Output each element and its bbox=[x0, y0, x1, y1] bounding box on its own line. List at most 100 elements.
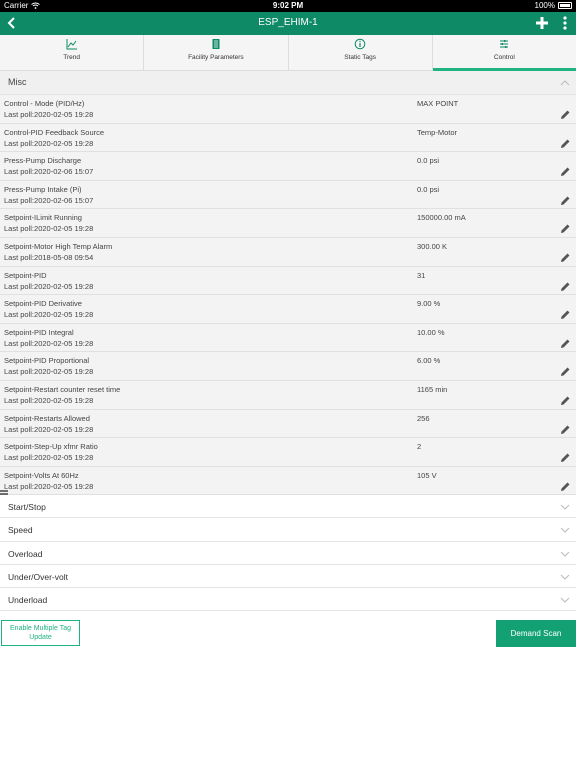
tag-name: Setpoint-PID Derivative bbox=[4, 299, 82, 309]
pencil-icon[interactable] bbox=[560, 166, 571, 177]
section-overload[interactable]: Overload bbox=[0, 541, 576, 565]
tag-name: Control-PID Feedback Source bbox=[4, 127, 105, 137]
tab-facility-parameters[interactable]: Facility Parameters bbox=[144, 35, 289, 70]
tab-static-tags[interactable]: Static Tags bbox=[289, 35, 433, 70]
tab-label: Control bbox=[493, 54, 515, 61]
pencil-icon[interactable] bbox=[560, 223, 571, 234]
tag-value: 256 bbox=[417, 413, 430, 423]
last-poll: Last poll:2020-02-05 19:28 bbox=[4, 310, 94, 320]
tag-row: Setpoint-Volts At 60Hz Last poll:2020-02-… bbox=[0, 466, 576, 496]
chevron-down-icon bbox=[560, 574, 570, 580]
last-poll: Last poll:2020-02-05 19:28 bbox=[4, 338, 94, 348]
tag-name: Setpoint-PID bbox=[4, 270, 47, 280]
battery-percent: 100% bbox=[534, 1, 555, 10]
last-poll: Last poll:2020-02-05 19:28 bbox=[4, 138, 94, 148]
pencil-icon[interactable] bbox=[560, 452, 571, 463]
tag-name: Setpoint-PID Integral bbox=[4, 327, 74, 337]
pencil-icon[interactable] bbox=[560, 395, 571, 406]
pencil-icon[interactable] bbox=[560, 252, 571, 263]
tag-value: 9.00 % bbox=[417, 299, 441, 309]
collapsed-sections: Start/Stop Speed Overload Under/Over-vol… bbox=[0, 495, 576, 612]
pencil-icon[interactable] bbox=[560, 281, 571, 292]
tag-name: Control - Mode (PID/Hz) bbox=[4, 99, 85, 108]
pencil-icon[interactable] bbox=[560, 424, 571, 435]
demand-scan-button[interactable]: Demand Scan bbox=[496, 620, 576, 647]
last-poll: Last poll:2020-02-05 19:28 bbox=[4, 367, 94, 377]
page-title: ESP_EHIM-1 bbox=[258, 17, 318, 28]
pencil-icon[interactable] bbox=[560, 109, 571, 120]
tag-value: 0.0 psi bbox=[417, 156, 440, 166]
tab-control[interactable]: Control bbox=[432, 35, 576, 71]
last-poll: Last poll:2020-02-05 19:28 bbox=[4, 424, 94, 434]
last-poll: Last poll:2020-02-05 19:28 bbox=[4, 224, 94, 234]
tag-name: Setpoint-ILimit Running bbox=[4, 213, 82, 223]
enable-multiple-tag-update-button[interactable]: Enable Multiple Tag Update bbox=[1, 620, 80, 646]
tag-name: Setpoint-Restarts Allowed bbox=[4, 413, 90, 423]
tag-name: Setpoint-Volts At 60Hz bbox=[4, 470, 79, 480]
tag-row: Setpoint-Restart counter reset time Last … bbox=[0, 380, 576, 410]
chevron-up-icon bbox=[560, 80, 570, 86]
tag-row: Setpoint-PID Proportional Last poll:2020-… bbox=[0, 352, 576, 381]
tag-row: Setpoint-ILimit Running Last poll:2020-02… bbox=[0, 209, 576, 238]
tag-row: Press-Pump Discharge Last poll:2020-02-06… bbox=[0, 152, 576, 181]
section-underload[interactable]: Underload bbox=[0, 588, 576, 612]
tag-row: Control - Mode (PID/Hz) Last poll:2020-02… bbox=[0, 95, 576, 124]
tag-value: 2 bbox=[417, 442, 422, 452]
tag-row: Press-Pump Intake (Pi) Last poll:2020-02-… bbox=[0, 180, 576, 210]
tag-value: 6.00 % bbox=[417, 356, 441, 366]
pencil-icon[interactable] bbox=[560, 481, 571, 492]
section-label: Start/Stop bbox=[8, 502, 46, 512]
pencil-icon[interactable] bbox=[560, 366, 571, 377]
chevron-down-icon bbox=[560, 527, 570, 534]
tab-trend[interactable]: Trend bbox=[0, 35, 145, 70]
section-under-over-volt[interactable]: Under/Over-volt bbox=[0, 564, 576, 589]
pencil-icon[interactable] bbox=[560, 338, 571, 349]
tag-name: Setpoint-Motor High Temp Alarm bbox=[4, 241, 113, 251]
info-icon bbox=[354, 38, 366, 50]
section-start-stop[interactable]: Start/Stop bbox=[0, 495, 576, 519]
clock: 9:02 PM bbox=[272, 1, 304, 10]
add-icon[interactable] bbox=[534, 15, 550, 31]
chevron-down-icon bbox=[560, 597, 570, 603]
tab-label: Trend bbox=[63, 54, 80, 61]
misc-section-header[interactable]: Misc bbox=[0, 71, 576, 95]
last-poll: Last poll:2020-02-05 19:28 bbox=[4, 281, 94, 291]
tag-row: Setpoint-Restarts Allowed Last poll:2020-… bbox=[0, 409, 576, 439]
tab-label: Static Tags bbox=[344, 54, 376, 61]
tag-value: MAX POINT bbox=[417, 99, 459, 108]
section-label: Overload bbox=[8, 548, 43, 559]
battery-icon bbox=[558, 2, 572, 9]
section-speed[interactable]: Speed bbox=[0, 518, 576, 542]
section-title: Misc bbox=[8, 77, 27, 87]
last-poll: Last poll:2020-02-05 19:28 bbox=[4, 481, 94, 491]
pencil-icon[interactable] bbox=[560, 309, 571, 320]
last-poll: Last poll:2020-02-06 15:07 bbox=[4, 195, 94, 205]
tag-row: Setpoint-PID Integral Last poll:2020-02-0… bbox=[0, 323, 576, 353]
tag-value: 300.00 K bbox=[417, 241, 448, 251]
pencil-icon[interactable] bbox=[560, 138, 571, 149]
app-bar: ESP_EHIM-1 bbox=[0, 12, 576, 35]
list-icon bbox=[212, 39, 220, 49]
tag-value: 31 bbox=[417, 270, 426, 280]
tag-name: Setpoint-Step-Up xfmr Ratio bbox=[4, 442, 98, 452]
tag-name: Press-Pump Discharge bbox=[4, 156, 82, 166]
tag-row: Control-PID Feedback Source Last poll:202… bbox=[0, 123, 576, 153]
tag-value: Temp-Motor bbox=[417, 127, 458, 137]
chevron-down-icon bbox=[560, 504, 570, 510]
last-poll: Last poll:2020-02-06 15:07 bbox=[4, 167, 94, 177]
section-label: Under/Over-volt bbox=[8, 571, 68, 582]
section-label: Speed bbox=[8, 525, 33, 536]
chevron-down-icon bbox=[560, 551, 570, 557]
last-poll: Last poll:2020-02-05 19:28 bbox=[4, 110, 94, 119]
tag-value: 1165 min bbox=[417, 384, 448, 394]
tag-name: Setpoint-Restart counter reset time bbox=[4, 384, 121, 394]
tag-value: 105 V bbox=[417, 470, 437, 480]
misc-tag-list: Control - Mode (PID/Hz) Last poll:2020-02… bbox=[0, 95, 576, 496]
pencil-icon[interactable] bbox=[560, 195, 571, 206]
battery-info: 100% bbox=[535, 1, 572, 10]
more-vertical-icon[interactable] bbox=[560, 15, 570, 31]
tag-row: Setpoint-Step-Up xfmr Ratio Last poll:202… bbox=[0, 438, 576, 467]
tag-value: 150000.00 mA bbox=[417, 213, 466, 223]
status-bar: Carrier 9:02 PM 100% bbox=[0, 0, 576, 12]
last-poll: Last poll:2018-05-08 09:54 bbox=[4, 252, 94, 262]
